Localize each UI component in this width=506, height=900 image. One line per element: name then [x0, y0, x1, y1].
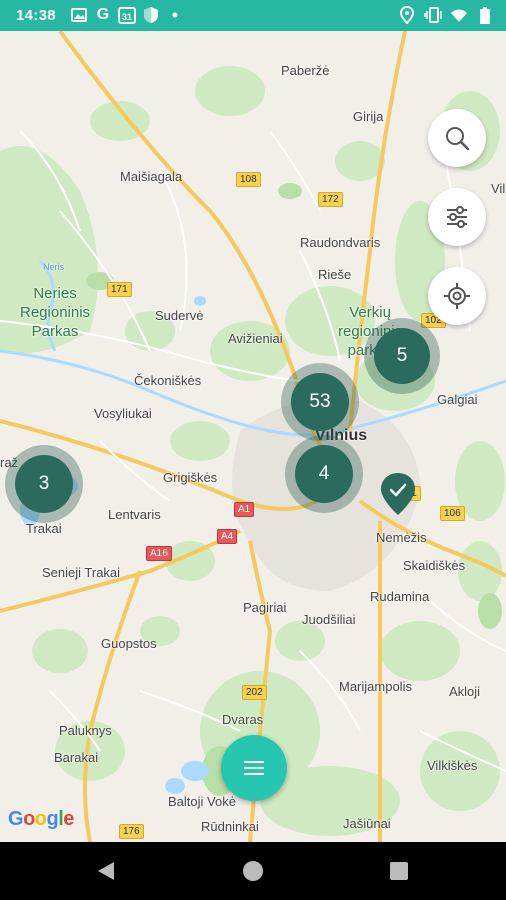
map-view[interactable]: Paberžė Girija Maišiagala Raudondvaris R… — [0, 31, 506, 842]
label-suderve: Sudervė — [155, 308, 204, 323]
cluster-marker-3[interactable]: 3 — [5, 445, 83, 523]
road-shield-108: 108 — [236, 172, 261, 187]
label-galgiai: Galgiai — [437, 392, 478, 407]
label-cekoniskes: Čekoniškės — [134, 373, 202, 388]
google-icon: G — [96, 6, 110, 23]
label-skaidiskes: Skaidiškės — [403, 558, 466, 573]
cluster-count: 3 — [15, 455, 73, 513]
shield-icon — [142, 6, 160, 24]
image-icon — [70, 6, 88, 24]
label-nemezis: Nemėžis — [376, 530, 427, 545]
label-pagiriai: Pagiriai — [243, 600, 287, 615]
label-rieze: Rieše — [318, 267, 352, 282]
road-shield-a1: A1 — [234, 502, 255, 517]
wifi-icon — [450, 6, 468, 24]
label-vosyliukai: Vosyliukai — [94, 406, 152, 421]
status-time: 14:38 — [16, 7, 56, 24]
gps-locate-icon — [444, 283, 470, 309]
road-shield-a16: A16 — [146, 546, 172, 561]
label-jasiunai: Jašiūnai — [343, 816, 391, 831]
cluster-count: 4 — [295, 445, 353, 503]
home-icon — [243, 861, 263, 881]
filter-sliders-icon — [447, 206, 467, 228]
road-shield-202: 202 — [242, 685, 267, 700]
cluster-marker-5[interactable]: 5 — [364, 318, 440, 394]
filter-button[interactable] — [428, 188, 486, 246]
label-girija: Girija — [353, 109, 384, 124]
label-trakai: Trakai — [26, 521, 62, 536]
home-button[interactable] — [238, 856, 268, 886]
label-dvaras: Dvaras — [222, 712, 264, 727]
road-shield-a4: A4 — [217, 529, 238, 544]
dot-icon — [166, 6, 184, 24]
label-rudninkai: Rūdninkai — [201, 819, 259, 834]
menu-button[interactable] — [221, 735, 287, 801]
calendar-icon: 31 — [118, 6, 136, 24]
cluster-count: 53 — [291, 373, 349, 431]
label-lentvaris: Lentvaris — [108, 507, 161, 522]
road-shield-172: 172 — [318, 192, 343, 207]
battery-icon — [476, 6, 494, 24]
label-neris: Neris — [43, 262, 65, 272]
label-rudamina: Rudamina — [370, 589, 430, 604]
label-neries-park: Neries Regioninis Parkas — [20, 285, 91, 340]
road-shield-171: 171 — [107, 282, 132, 297]
road-shield-176: 176 — [119, 824, 144, 839]
recents-icon — [390, 862, 408, 880]
label-marijampolis: Marijampolis — [339, 679, 412, 694]
label-avizieniai: Avižieniai — [228, 331, 283, 346]
checked-location-marker[interactable] — [380, 472, 416, 516]
road-shield-106: 106 — [440, 506, 465, 521]
search-button[interactable] — [428, 109, 486, 167]
search-icon — [446, 127, 470, 151]
label-maisiagala: Maišiagala — [120, 169, 183, 184]
menu-icon — [244, 761, 264, 775]
location-icon — [398, 6, 416, 24]
cluster-marker-53[interactable]: 53 — [281, 363, 359, 441]
label-raudondvaris: Raudondvaris — [300, 235, 381, 250]
cluster-marker-4[interactable]: 4 — [285, 435, 363, 513]
back-button[interactable] — [91, 856, 121, 886]
label-guopstos: Guopstos — [101, 636, 157, 651]
label-juodsiliai: Juodšiliai — [302, 612, 356, 627]
status-bar: 14:38 G 31 — [0, 0, 506, 31]
label-akloji: Akloji — [449, 684, 481, 699]
system-nav-bar — [0, 842, 506, 900]
cluster-count: 5 — [374, 328, 430, 384]
google-logo: Google — [8, 808, 74, 830]
label-paluknys: Paluknys — [59, 723, 112, 738]
label-senieji-trakai: Senieji Trakai — [42, 565, 121, 580]
vibrate-icon — [424, 6, 442, 24]
label-grigiskes: Grigiškės — [163, 470, 218, 485]
locate-button[interactable] — [428, 267, 486, 325]
calendar-day: 31 — [122, 12, 132, 22]
label-barakai: Barakai — [54, 750, 99, 765]
label-vil: Vil — [491, 181, 506, 196]
label-baltoji-voke: Baltoji Vokė — [168, 794, 236, 809]
back-icon — [98, 862, 114, 880]
label-vilkiskes: Vilkiškės — [427, 758, 478, 773]
label-paberze: Paberžė — [281, 63, 330, 78]
recents-button[interactable] — [384, 856, 414, 886]
check-pin-icon — [381, 473, 415, 515]
